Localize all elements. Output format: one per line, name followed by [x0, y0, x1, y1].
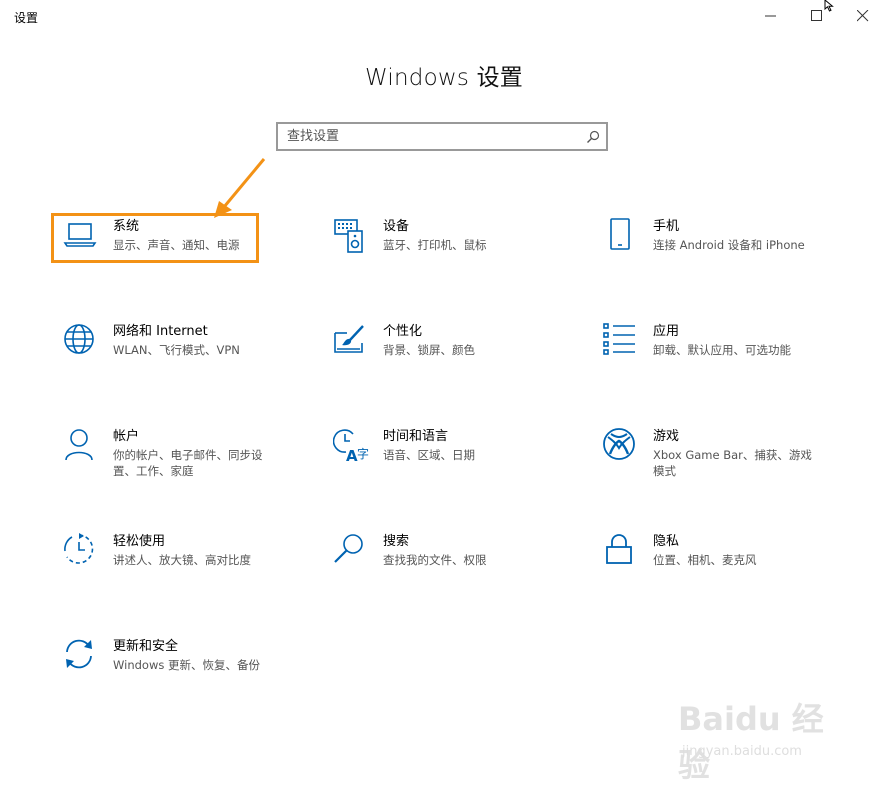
- tile-description: 背景、锁屏、颜色: [383, 343, 475, 357]
- tile-description: 卸载、默认应用、可选功能: [653, 343, 791, 357]
- window-title: 设置: [14, 11, 39, 25]
- tile-description: Xbox Game Bar、捕获、游戏 模式: [653, 448, 812, 478]
- tile-description: 你的帐户、电子邮件、同步设 置、工作、家庭: [113, 448, 263, 478]
- tile-description: 蓝牙、打印机、鼠标: [383, 238, 487, 252]
- keyboard-speaker-icon: [334, 219, 363, 253]
- search-box[interactable]: [276, 122, 608, 151]
- maximize-icon: [811, 10, 822, 21]
- person-icon: [65, 429, 93, 461]
- tile-phone[interactable]: 手机 连接 Android 设备和 iPhone: [603, 218, 853, 298]
- tile-time-language[interactable]: A 字 时间和语言 语音、区域、日期: [333, 428, 583, 508]
- tile-description: 语音、区域、日期: [383, 448, 475, 462]
- tile-title: 更新和安全: [113, 639, 179, 654]
- tile-description: 查找我的文件、权限: [383, 553, 487, 567]
- time-language-icon: A 字: [333, 429, 369, 464]
- svg-text:字: 字: [357, 446, 369, 461]
- tile-title: 搜索: [383, 534, 410, 549]
- lock-icon: [606, 534, 632, 564]
- minimize-button[interactable]: [749, 0, 795, 32]
- watermark-logo: Baidu 经验: [678, 700, 824, 784]
- tile-description: 讲述人、放大镜、高对比度: [113, 553, 251, 567]
- tile-title: 系统: [113, 219, 140, 234]
- tile-gaming[interactable]: 游戏 Xbox Game Bar、捕获、游戏 模式: [603, 428, 853, 508]
- title-bar: 设置: [0, 0, 888, 34]
- tile-title: 轻松使用: [113, 534, 166, 549]
- tile-description: 显示、声音、通知、电源: [113, 238, 240, 252]
- tile-privacy[interactable]: 隐私 位置、相机、麦克风: [603, 533, 853, 613]
- search-input[interactable]: [278, 124, 587, 149]
- page-title: Windows 设置: [365, 65, 523, 91]
- tile-update-security[interactable]: 更新和安全 Windows 更新、恢复、备份: [63, 638, 313, 718]
- watermark-url: jingyan.baidu.com: [682, 744, 802, 759]
- sync-icon: [66, 639, 92, 669]
- tile-title: 应用: [653, 324, 680, 339]
- laptop-icon: [63, 223, 97, 247]
- magnifier-icon: [334, 534, 363, 563]
- tile-apps[interactable]: 应用 卸载、默认应用、可选功能: [603, 323, 853, 403]
- search-icon[interactable]: [586, 130, 600, 144]
- mouse-cursor-icon: [824, 0, 834, 12]
- minimize-icon: [765, 15, 776, 17]
- paint-brush-icon: [334, 325, 364, 353]
- apps-list-icon: [603, 323, 635, 355]
- phone-icon: [610, 218, 630, 250]
- tile-personalization[interactable]: 个性化 背景、锁屏、颜色: [333, 323, 583, 403]
- tile-description: WLAN、飞行模式、VPN: [113, 343, 240, 357]
- close-icon: [857, 10, 869, 22]
- tile-description: 位置、相机、麦克风: [653, 553, 757, 567]
- ease-of-access-icon: [64, 533, 94, 564]
- tile-ease-of-access[interactable]: 轻松使用 讲述人、放大镜、高对比度: [63, 533, 313, 613]
- tile-search[interactable]: 搜索 查找我的文件、权限: [333, 533, 583, 613]
- tile-title: 手机: [653, 219, 680, 234]
- globe-icon: [64, 324, 94, 354]
- tile-system[interactable]: 系统 显示、声音、通知、电源: [63, 218, 313, 298]
- tile-accounts[interactable]: 帐户 你的帐户、电子邮件、同步设 置、工作、家庭: [63, 428, 313, 508]
- tile-title: 网络和 Internet: [113, 324, 208, 339]
- tile-description: Windows 更新、恢复、备份: [113, 658, 260, 672]
- xbox-icon: [603, 428, 635, 460]
- tile-title: 帐户: [113, 429, 140, 444]
- tile-devices[interactable]: 设备 蓝牙、打印机、鼠标: [333, 218, 583, 298]
- tile-title: 时间和语言: [383, 429, 449, 444]
- close-button[interactable]: [841, 0, 887, 32]
- tile-network[interactable]: 网络和 Internet WLAN、飞行模式、VPN: [63, 323, 313, 403]
- tile-title: 隐私: [653, 534, 680, 549]
- tile-title: 个性化: [383, 324, 423, 339]
- tile-description: 连接 Android 设备和 iPhone: [653, 238, 805, 252]
- tile-title: 设备: [383, 219, 410, 234]
- tile-title: 游戏: [653, 429, 680, 444]
- watermark: Baidu 经验 jingyan.baidu.com: [678, 694, 848, 784]
